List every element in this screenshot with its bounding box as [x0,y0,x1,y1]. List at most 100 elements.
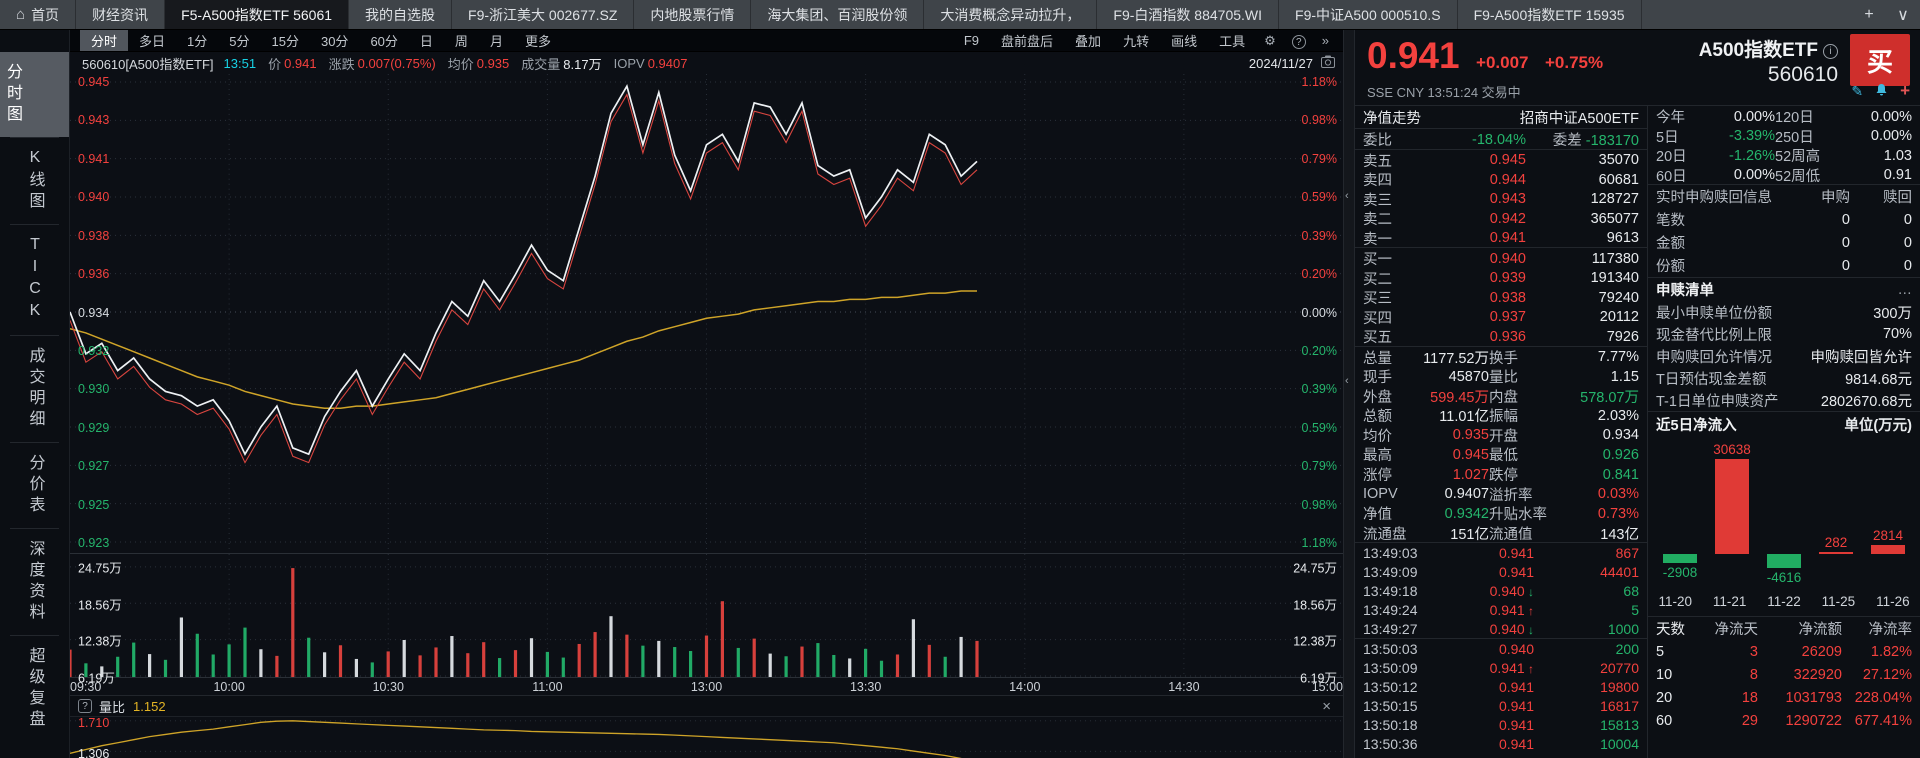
subscription-col: 申购 [1780,186,1850,207]
redemption-label: T-1日单位申赎资产 [1656,390,1778,411]
tick-row[interactable]: 13:50:360.94110004 [1355,734,1647,753]
ask-row[interactable]: 卖二0.942365077 [1355,208,1647,228]
tab-1[interactable]: ⌂首页 [0,0,76,29]
help-icon[interactable]: ? [78,699,92,713]
sidebar-item-1[interactable]: 分时图 [0,52,69,137]
stat-row: 外盘599.45万 内盘578.07万 [1355,386,1647,406]
close-icon[interactable]: × [1318,698,1335,715]
bid-price: 0.940 [1413,251,1526,267]
snapshot-icon[interactable] [1321,55,1335,71]
tick-time: 13:50:09 [1363,660,1429,676]
tab-9[interactable]: F9-白酒指数 884705.WI [1097,0,1279,29]
tick-row[interactable]: 13:49:090.94144401 [1355,562,1647,581]
period-分时[interactable]: 分时 [80,30,128,51]
tool-盘前盘后[interactable]: 盘前盘后 [990,31,1064,50]
flow-table-row[interactable]: 53262091.82% [1648,640,1920,663]
period-月[interactable]: 月 [479,30,514,51]
tool-F9[interactable]: F9 [953,33,990,48]
tick-row[interactable]: 13:50:150.94116817 [1355,696,1647,715]
add-tab-button[interactable]: + [1852,6,1886,24]
bid-row[interactable]: 买三0.93879240 [1355,287,1647,307]
flow-table-row[interactable]: 10832292027.12% [1648,663,1920,686]
flow-cell: 1031793 [1758,690,1842,706]
tool-工具[interactable]: 工具 [1208,31,1256,50]
collapse-tabs-button[interactable]: ∨ [1886,5,1920,25]
tick-row[interactable]: 13:49:270.940 ↓1000 [1355,619,1647,638]
tab-2[interactable]: 财经资讯 [76,0,165,29]
underlying-fund-link[interactable]: 招商中证A500ETF [1520,107,1639,128]
panel-splitter[interactable]: ‹ ‹ [1343,30,1355,758]
period-日[interactable]: 日 [409,30,444,51]
netflow-value-label: -2908 [1645,565,1715,580]
home-icon: ⌂ [16,6,25,23]
edit-icon[interactable]: ✎ [1851,83,1863,100]
period-60分[interactable]: 60分 [359,30,408,51]
tick-row[interactable]: 13:50:090.941 ↑20770 [1355,658,1647,677]
period-1分[interactable]: 1分 [176,30,218,51]
stat-value: 11.01亿 [1411,405,1489,426]
ask-row[interactable]: 卖四0.94460681 [1355,169,1647,189]
tool-画线[interactable]: 画线 [1160,31,1208,50]
sidebar-item-7[interactable]: 超级复盘 [23,636,47,742]
tick-time: 13:50:15 [1363,698,1429,714]
sidebar-item-6[interactable]: 深度资料 [23,529,47,635]
tool-叠加[interactable]: 叠加 [1064,31,1112,50]
tab-label: F9-A500指数ETF 15935 [1474,5,1625,25]
sidebar-item-3[interactable]: TICK [26,225,44,335]
flow-table-row[interactable]: 20181031793228.04% [1648,686,1920,709]
more-ellipsis-icon[interactable]: … [1898,282,1913,298]
tab-6[interactable]: 内地股票行情 [634,0,751,29]
bid-label: 买一 [1363,248,1413,269]
bid-row[interactable]: 买五0.9367926 [1355,326,1647,346]
ask-row[interactable]: 卖一0.9419613 [1355,228,1647,248]
info-icon[interactable]: i [1823,44,1838,59]
header-field-value: 0.941 [284,56,317,71]
tab-3[interactable]: F5-A500指数ETF 56061 [165,0,349,29]
tick-row[interactable]: 13:50:120.94119800 [1355,677,1647,696]
tab-5[interactable]: F9-浙江美大 002677.SZ [452,0,634,29]
period-多日[interactable]: 多日 [128,30,176,51]
sidebar-item-4[interactable]: 成交明细 [23,336,47,442]
add-to-watchlist-icon[interactable]: + [1900,81,1910,101]
intraday-price-pane[interactable]: 0.9450.9430.9410.9400.9380.9360.9340.932… [70,74,1343,554]
settings-gear-icon[interactable]: ⚙ [1256,33,1284,49]
period-5分[interactable]: 5分 [218,30,260,51]
collapse-left-icon[interactable]: ‹ [1345,375,1349,387]
tick-row[interactable]: 13:49:180.940 ↓68 [1355,581,1647,600]
period-周[interactable]: 周 [444,30,479,51]
sidebar-item-5[interactable]: 分价表 [23,443,47,528]
tick-row[interactable]: 13:50:030.940200 [1355,639,1647,658]
alert-bell-icon[interactable] [1875,83,1888,100]
buy-button[interactable]: 买 [1850,34,1910,86]
stat-label: 开盘 [1489,425,1561,446]
ask-row[interactable]: 卖三0.943128727 [1355,189,1647,209]
tab-4[interactable]: 我的自选股 [349,0,452,29]
ask-row[interactable]: 卖五0.94535070 [1355,150,1647,170]
liangbi-label[interactable]: 量比 [99,697,125,716]
sidebar-item-2[interactable]: K线图 [23,138,47,224]
tick-row[interactable]: 13:50:180.94115813 [1355,715,1647,734]
tab-10[interactable]: F9-中证A500 000510.S [1279,0,1458,29]
bid-row[interactable]: 买四0.93720112 [1355,307,1647,327]
period-15分[interactable]: 15分 [261,30,310,51]
volume-pane[interactable]: 24.75万24.75万18.56万18.56万12.38万12.38万6.19… [70,554,1343,678]
security-name: A500指数ETF [1699,40,1818,61]
period-30分[interactable]: 30分 [310,30,359,51]
collapse-left-icon[interactable]: ‹ [1345,190,1349,202]
liangbi-pane[interactable]: 1.7101.306 [70,717,1343,758]
bid-row[interactable]: 买二0.939191340 [1355,268,1647,288]
more-tools-icon[interactable]: » [1314,33,1337,48]
help-icon[interactable]: ? [1284,33,1314,49]
main-area: 分时图K线图TICK成交明细分价表深度资料超级复盘 分时多日1分5分15分30分… [0,30,1920,758]
bid-row[interactable]: 买一0.940117380 [1355,248,1647,268]
nav-trend-link[interactable]: 净值走势 [1363,107,1421,128]
tick-row[interactable]: 13:49:030.941867 [1355,543,1647,562]
tab-8[interactable]: 大消费概念异动拉升， [924,0,1097,29]
period-更多[interactable]: 更多 [514,30,562,51]
tab-11[interactable]: F9-A500指数ETF 15935 [1458,0,1642,29]
tick-row[interactable]: 13:49:240.941 ↑5 [1355,600,1647,619]
tab-7[interactable]: 海大集团、百润股份领 [751,0,924,29]
tool-九转[interactable]: 九转 [1112,31,1160,50]
perf-value: 0.00% [1700,167,1775,183]
flow-table-row[interactable]: 60291290722677.41% [1648,709,1920,732]
